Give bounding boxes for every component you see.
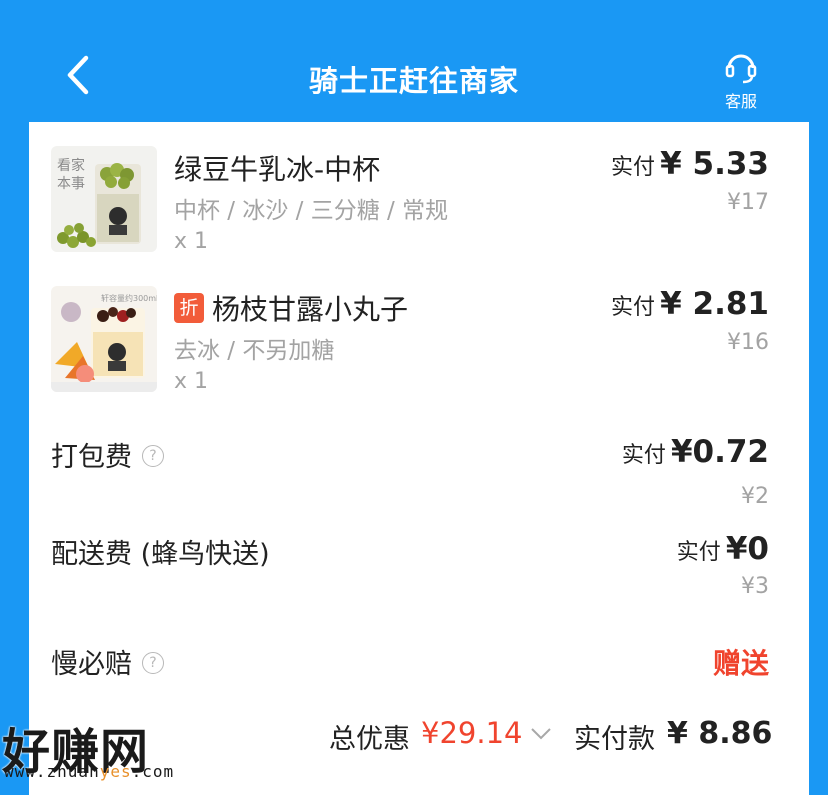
discount-badge: 折	[174, 293, 204, 323]
item-spec: 中杯 / 冰沙 / 三分糖 / 常规	[174, 198, 449, 224]
thumbnail-caption: 轩容量约300ml	[101, 293, 157, 303]
item-name: 杨枝甘露小丸子	[212, 293, 409, 326]
headset-icon	[725, 54, 757, 84]
paid-value: ¥ 5.33	[660, 146, 769, 182]
paid-value: ¥ 2.81	[660, 286, 769, 322]
watermark-url-highlight: yes	[99, 762, 132, 781]
paid-label: 实付	[621, 443, 666, 468]
order-item[interactable]: 轩容量约300ml 折杨枝甘露小丸子 去冰 / 不另加糖 x 1 实付 ¥ 2.…	[29, 284, 809, 404]
item-name-row: 折杨枝甘露小丸子	[174, 288, 408, 328]
item-original-price: ¥16	[727, 330, 769, 355]
item-paid-price: 实付 ¥ 2.81	[611, 286, 769, 322]
delivery-fee-paid: 实付 ¥0	[677, 531, 769, 567]
page-title: 骑士正赶往商家	[308, 64, 519, 98]
total-discount-label: 总优惠	[329, 724, 410, 755]
product-thumbnail: 轩容量约300ml	[51, 286, 157, 392]
watermark-url: www.zhuanyes.com	[4, 762, 174, 781]
chevron-down-icon[interactable]	[529, 726, 553, 742]
item-name: 绿豆牛乳冰-中杯	[174, 153, 381, 186]
slow-compensation-value: 赠送	[712, 647, 769, 680]
watermark-url-pre: www.zhuan	[4, 762, 100, 781]
paid-value: ¥0	[725, 531, 769, 567]
customer-service-button[interactable]: 客服	[716, 50, 766, 112]
item-spec: 去冰 / 不另加糖	[174, 338, 335, 364]
packing-fee-original: ¥2	[741, 484, 769, 509]
total-discount-value[interactable]: ¥29.14	[421, 716, 522, 750]
item-quantity: x 1	[174, 229, 209, 254]
packing-fee-label: 打包费	[51, 442, 132, 473]
slow-compensation-label-row: 慢必赔?	[51, 642, 164, 681]
packing-fee-label-row: 打包费?	[51, 435, 164, 474]
status-bar	[0, 0, 828, 20]
thumbnail-caption-line-1: 看家	[57, 157, 85, 174]
question-circle-icon[interactable]: ?	[142, 651, 164, 674]
product-thumbnail: 看家 本事	[51, 146, 157, 252]
order-detail-card: 看家 本事 绿豆牛乳冰-中杯 中杯 / 冰沙 / 三分糖 / 常规 x 1 实付…	[29, 122, 809, 795]
watermark-url-post: .com	[131, 762, 175, 781]
paid-label: 实付	[611, 295, 656, 320]
paid-value: ¥0.72	[670, 434, 769, 470]
item-quantity: x 1	[174, 369, 209, 394]
item-original-price: ¥17	[727, 190, 769, 215]
amount-paid-value: ¥ 8.86	[667, 716, 773, 751]
packing-fee-paid: 实付 ¥0.72	[622, 434, 769, 470]
delivery-fee-original: ¥3	[741, 574, 769, 599]
paid-label: 实付	[676, 540, 721, 565]
customer-service-label: 客服	[724, 92, 757, 111]
paid-label: 实付	[611, 155, 656, 180]
amount-paid-label: 实付款	[574, 724, 655, 755]
app-header: 骑士正赶往商家 客服	[0, 20, 828, 122]
thumbnail-caption-line-2: 本事	[57, 176, 85, 192]
slow-compensation-label: 慢必赔	[51, 649, 132, 680]
item-paid-price: 实付 ¥ 5.33	[611, 146, 769, 182]
question-circle-icon[interactable]: ?	[142, 444, 164, 467]
delivery-fee-label: 配送费 (蜂鸟快送)	[51, 539, 270, 570]
order-item[interactable]: 看家 本事 绿豆牛乳冰-中杯 中杯 / 冰沙 / 三分糖 / 常规 x 1 实付…	[29, 144, 809, 264]
